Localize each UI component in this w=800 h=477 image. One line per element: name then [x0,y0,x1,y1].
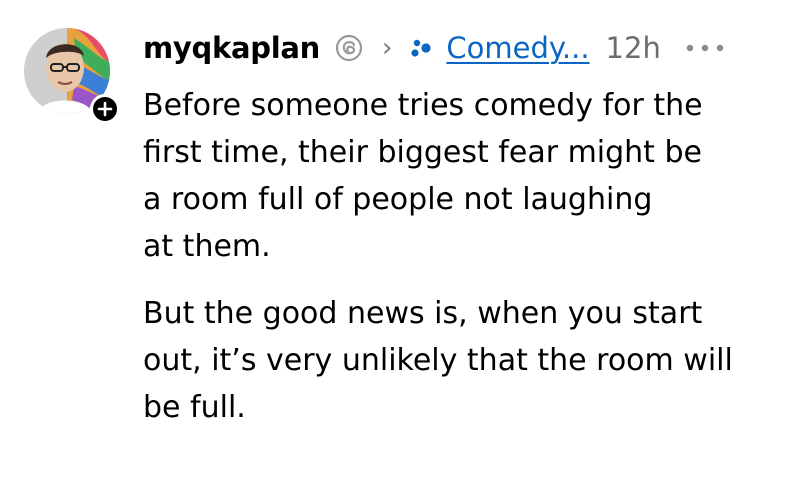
text-line: at them. [143,229,271,264]
post-paragraph-1: Before someone tries comedy for the firs… [143,82,763,270]
threads-icon [334,33,364,63]
community-link[interactable]: Comedy... [446,31,589,65]
text-line: first time, their biggest fear might be [143,135,702,170]
post-body: Before someone tries comedy for the firs… [143,82,783,431]
plus-icon [97,101,113,117]
text-line: a room full of people not laughing [143,182,653,217]
more-options-button[interactable] [685,33,725,63]
post-header: myqkaplan › Comedy... 12h [143,26,725,70]
chevron-right-icon: › [381,33,393,63]
more-horizontal-icon [686,44,724,52]
avatar-container [24,28,120,124]
community-dots-icon [408,35,434,61]
text-line: be full. [143,390,246,425]
timestamp: 12h [605,31,661,65]
username[interactable]: myqkaplan [143,31,320,65]
follow-button[interactable] [90,94,120,124]
post: myqkaplan › Comedy... 12h Before someone… [0,0,800,477]
text-line: Before someone tries comedy for the [143,88,703,123]
text-line: out, it’s very unlikely that the room wi… [143,343,733,378]
post-paragraph-2: But the good news is, when you start out… [143,290,783,431]
text-line: But the good news is, when you start [143,296,703,331]
